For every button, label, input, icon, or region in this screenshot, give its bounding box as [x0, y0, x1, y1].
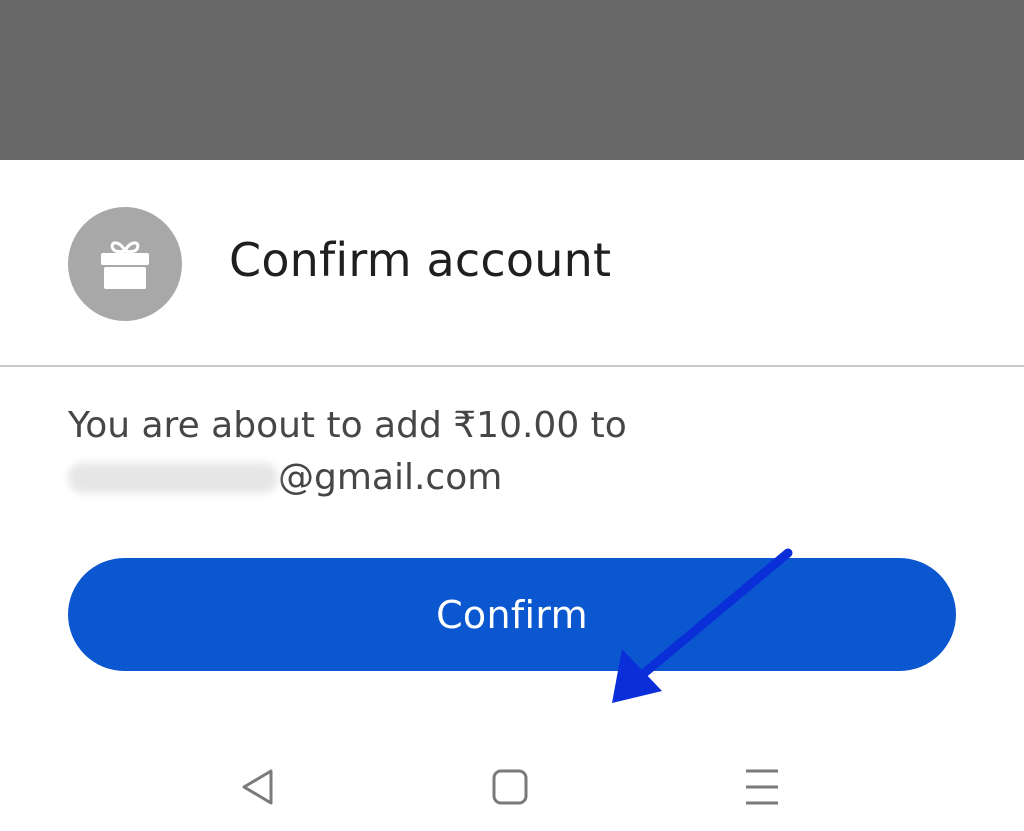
home-button[interactable]: [488, 765, 532, 809]
back-button[interactable]: [236, 765, 280, 809]
home-square-icon: [492, 769, 528, 805]
menu-lines-icon: [746, 769, 778, 805]
annotation-arrow-icon: [612, 548, 793, 703]
system-navigation-bar: [0, 720, 1024, 831]
header-divider: [0, 365, 1024, 367]
back-triangle-icon: [242, 769, 273, 805]
confirm-account-sheet: Confirm account You are about to add ₹10…: [0, 160, 1024, 831]
account-avatar: [68, 207, 182, 321]
dialog-title: Confirm account: [229, 233, 612, 287]
gift-icon: [101, 241, 149, 289]
message-line: You are about to add ₹10.00 to: [68, 405, 627, 446]
redacted-email-username: [68, 463, 278, 493]
screen: Confirm account You are about to add ₹10…: [0, 0, 1024, 831]
email-domain: @gmail.com: [278, 457, 503, 498]
recents-button[interactable]: [740, 765, 784, 809]
confirm-button-label: Confirm: [436, 592, 588, 637]
background-scrim[interactable]: [0, 0, 1024, 160]
confirm-button[interactable]: Confirm: [68, 558, 956, 671]
sheet-header: Confirm account: [0, 160, 1024, 365]
confirm-message: You are about to add ₹10.00 to @gmail.co…: [68, 400, 768, 504]
